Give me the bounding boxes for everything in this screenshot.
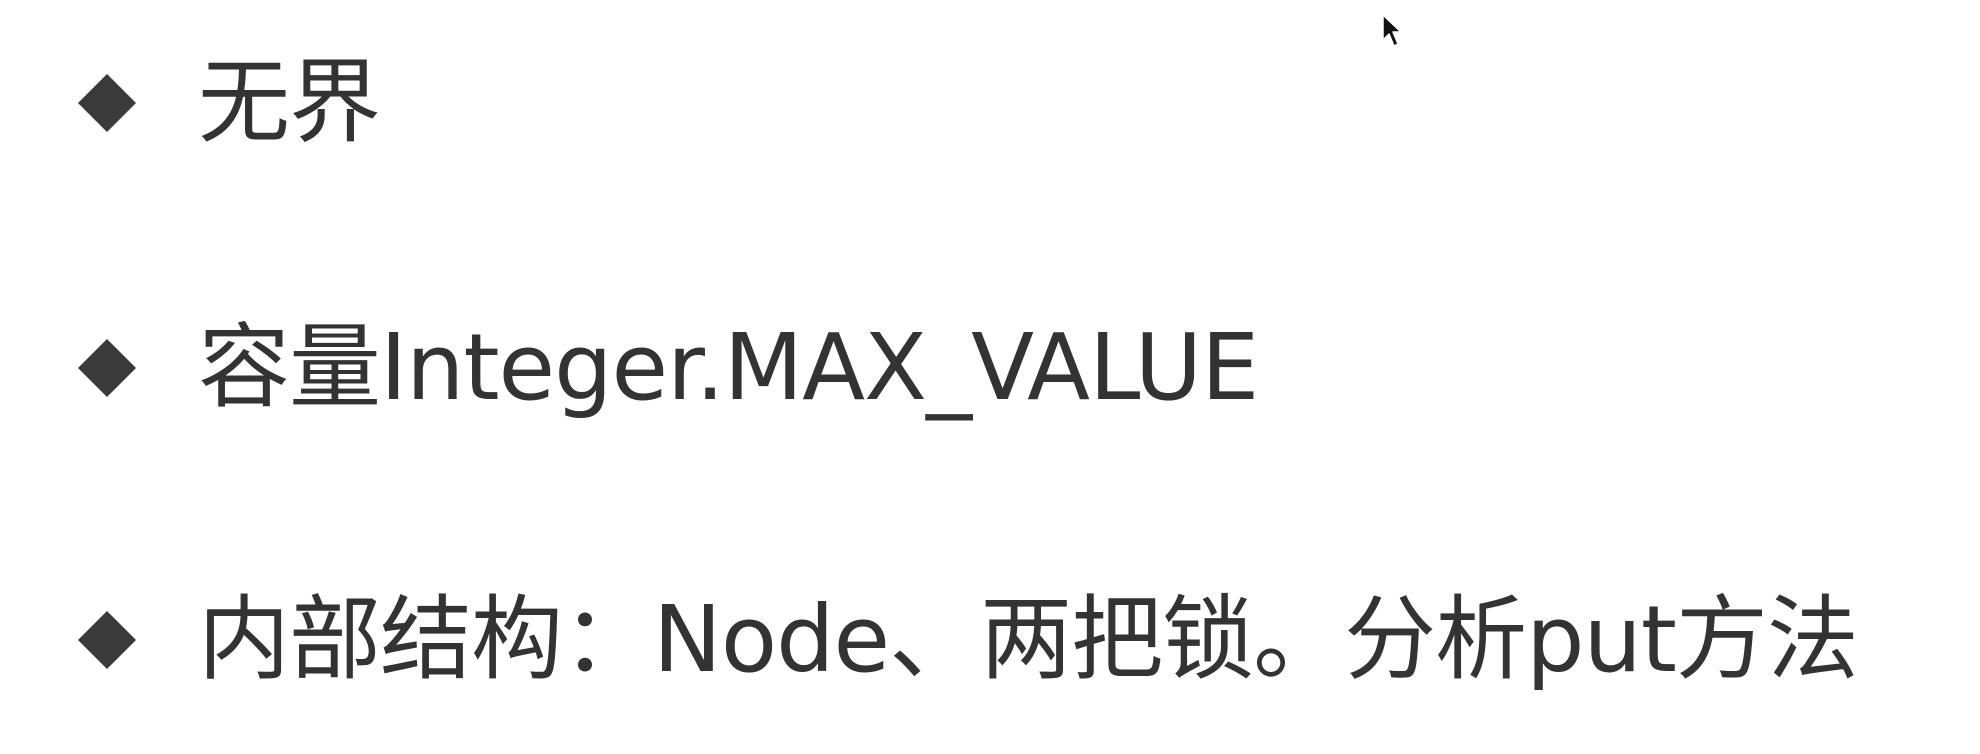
slide: 无界 容量Integer.MAX_VALUE 内部结构：Node、两把锁。分析p… [0,0,1980,754]
bullet-item: 内部结构：Node、两把锁。分析put方法 [78,585,1859,695]
diamond-bullet-icon [78,339,136,397]
bullet-text: 容量Integer.MAX_VALUE [198,314,1259,421]
mouse-pointer-icon [1382,14,1404,48]
bullet-text: 无界 [198,49,381,156]
diamond-bullet-icon [78,74,136,132]
bullet-text: 内部结构：Node、两把锁。分析put方法 [198,586,1859,693]
bullet-item: 容量Integer.MAX_VALUE [78,313,1259,423]
diamond-bullet-icon [78,611,136,669]
bullet-item: 无界 [78,48,381,158]
